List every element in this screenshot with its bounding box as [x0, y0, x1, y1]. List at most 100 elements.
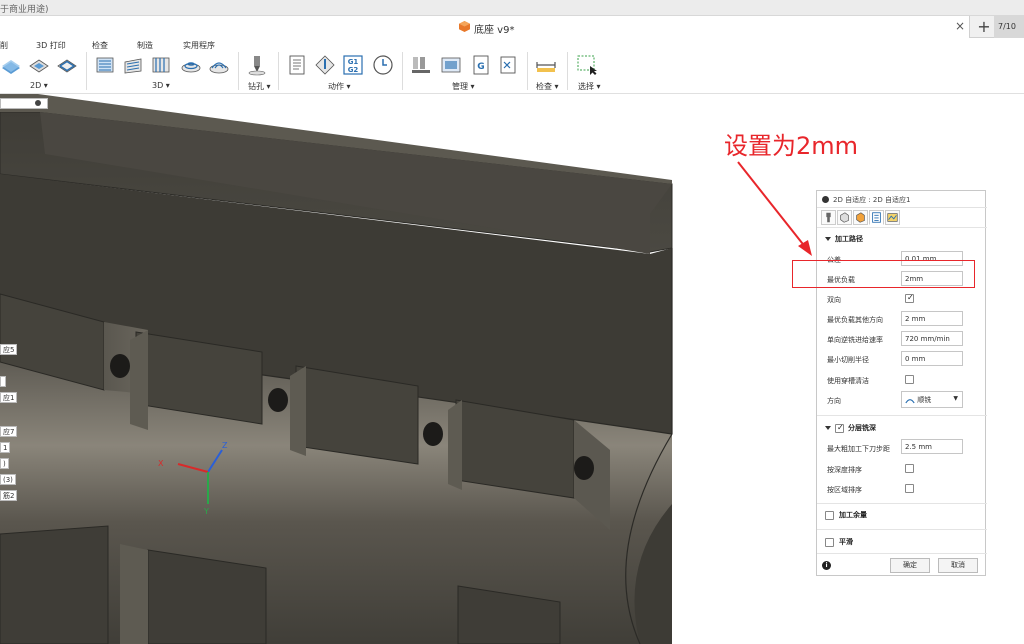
document-tab[interactable]: 底座 v9* ×	[0, 16, 970, 38]
divider	[817, 227, 987, 228]
section-smooth-header[interactable]: 平滑	[825, 537, 853, 547]
group-drill-dropdown[interactable]: 钻孔 ▾	[248, 81, 271, 92]
divider	[817, 529, 987, 530]
order-depth-checkbox[interactable]	[905, 464, 914, 473]
smooth-checkbox[interactable]	[825, 537, 834, 547]
post-process-icon[interactable]: G1 G2	[342, 54, 364, 76]
tab-make[interactable]: 制造	[137, 40, 153, 51]
simulate-icon[interactable]	[314, 54, 336, 76]
template-library-icon[interactable]	[440, 54, 462, 76]
browser-item[interactable]	[0, 376, 6, 387]
adaptive-2d-dialog: 2D 自适应 : 2D 自适应1 加工路径 公差 0.01 mm 最优负载 2m…	[816, 190, 987, 576]
2d-adaptive-icon[interactable]	[0, 54, 22, 76]
tab-geometry[interactable]	[837, 210, 852, 225]
2d-pocket-icon[interactable]	[28, 54, 50, 76]
toolbar-separator	[402, 52, 403, 90]
oneway-feed-label: 单向逆铣进给速率	[827, 336, 883, 344]
tab-linking[interactable]	[885, 210, 900, 225]
both-ways-label: 双向	[827, 296, 841, 304]
cancel-button[interactable]: 取消	[938, 558, 978, 573]
browser-item[interactable]: 1	[0, 442, 11, 453]
browser-item[interactable]: 应1	[0, 392, 18, 403]
3d-adaptive-icon[interactable]	[94, 54, 116, 76]
section-passes-title: 加工路径	[835, 235, 863, 243]
annotation-highlight-box	[792, 260, 975, 288]
optimal-load-other-input[interactable]: 2 mm	[901, 311, 963, 326]
both-ways-checkbox[interactable]	[905, 293, 914, 303]
machining-time-icon[interactable]	[372, 54, 394, 76]
browser-item[interactable]: )	[0, 458, 9, 469]
tab-3d-print[interactable]: 3D 打印	[36, 40, 66, 51]
section-layers-header[interactable]: 分层铣深	[825, 423, 876, 433]
tab-passes[interactable]	[869, 210, 884, 225]
close-tab-icon[interactable]: ×	[955, 19, 965, 33]
3d-scallop-icon[interactable]	[180, 54, 202, 76]
divider	[817, 415, 987, 416]
min-cut-radius-label: 最小切削半径	[827, 356, 869, 364]
slot-clear-checkbox[interactable]	[905, 375, 914, 384]
oneway-feed-input[interactable]: 720 mm/min	[901, 331, 963, 346]
min-cut-radius-input[interactable]: 0 mm	[901, 351, 963, 366]
title-text: 于商业用途)	[0, 5, 49, 15]
window-select-icon[interactable]	[576, 54, 598, 76]
info-icon[interactable]: i	[822, 561, 831, 570]
title-bar: 于商业用途)	[0, 0, 1024, 16]
direction-select[interactable]: 顺铣 ▼	[901, 391, 963, 408]
annotation-text: 设置为2mm	[724, 132, 859, 160]
svg-text:G: G	[477, 62, 484, 72]
tab-milling[interactable]: 削	[0, 40, 8, 51]
linking-icon	[887, 213, 898, 222]
browser-pin-icon[interactable]	[35, 100, 41, 106]
2d-contour-icon[interactable]	[56, 54, 78, 76]
g1-label: G1	[348, 58, 359, 66]
dialog-collapse-icon[interactable]	[822, 196, 829, 203]
machine-library-icon[interactable]	[498, 54, 520, 76]
browser-item[interactable]: 应5	[0, 344, 18, 355]
browser-header[interactable]	[0, 98, 48, 109]
section-passes-header[interactable]: 加工路径	[825, 234, 863, 244]
setup-sheet-icon[interactable]	[286, 54, 308, 76]
g2-label: G2	[348, 66, 359, 74]
slot-clear-label: 使用穿槽清洁	[827, 377, 869, 385]
ok-button[interactable]: 确定	[890, 558, 930, 573]
group-manage-dropdown[interactable]: 管理 ▾	[452, 81, 475, 92]
tool-library-icon[interactable]	[410, 54, 432, 76]
browser-item[interactable]: 应7	[0, 426, 18, 437]
layers-checkbox[interactable]	[835, 423, 844, 433]
axis-y-label: Y	[203, 507, 209, 516]
optimal-load-other-label: 最优负载其他方向	[827, 316, 883, 324]
post-library-icon[interactable]: G	[470, 54, 492, 76]
toolbar-separator	[278, 52, 279, 90]
tab-tool[interactable]	[821, 210, 836, 225]
stock-checkbox[interactable]	[825, 510, 834, 520]
browser-item[interactable]: (3)	[0, 474, 16, 485]
job-status-button[interactable]: 7/10	[994, 16, 1024, 38]
new-tab-button[interactable]: +	[975, 18, 993, 36]
group-3d-dropdown[interactable]: 3D ▾	[152, 81, 170, 90]
heights-icon	[856, 212, 865, 223]
section-stock-header[interactable]: 加工余量	[825, 510, 867, 520]
3d-parallel-icon[interactable]	[150, 54, 172, 76]
job-status-text: 7/10	[998, 22, 1016, 31]
toolbar-separator	[567, 52, 568, 90]
3d-spiral-icon[interactable]	[208, 54, 230, 76]
tab-bar: 底座 v9* × + 7/10	[0, 16, 1024, 38]
measure-icon[interactable]	[535, 54, 557, 76]
tool-icon	[826, 212, 831, 223]
drill-icon[interactable]	[246, 54, 268, 76]
tab-heights[interactable]	[853, 210, 868, 225]
dialog-header[interactable]: 2D 自适应 : 2D 自适应1	[817, 191, 987, 208]
browser-item[interactable]: 筋2	[0, 490, 18, 501]
document-title: 底座 v9*	[474, 25, 515, 36]
group-check-dropdown[interactable]: 检查 ▾	[536, 81, 559, 92]
3d-pocket-icon[interactable]	[122, 54, 144, 76]
order-area-checkbox[interactable]	[905, 484, 914, 493]
tab-utilities[interactable]: 实用程序	[183, 40, 215, 51]
divider	[817, 503, 987, 504]
max-stepdown-input[interactable]: 2.5 mm	[901, 439, 963, 454]
group-select-dropdown[interactable]: 选择 ▾	[578, 81, 601, 92]
climb-milling-icon	[905, 398, 915, 403]
tab-inspect[interactable]: 检查	[92, 40, 108, 51]
group-actions-dropdown[interactable]: 动作 ▾	[328, 81, 351, 92]
group-2d-dropdown[interactable]: 2D ▾	[30, 81, 48, 90]
